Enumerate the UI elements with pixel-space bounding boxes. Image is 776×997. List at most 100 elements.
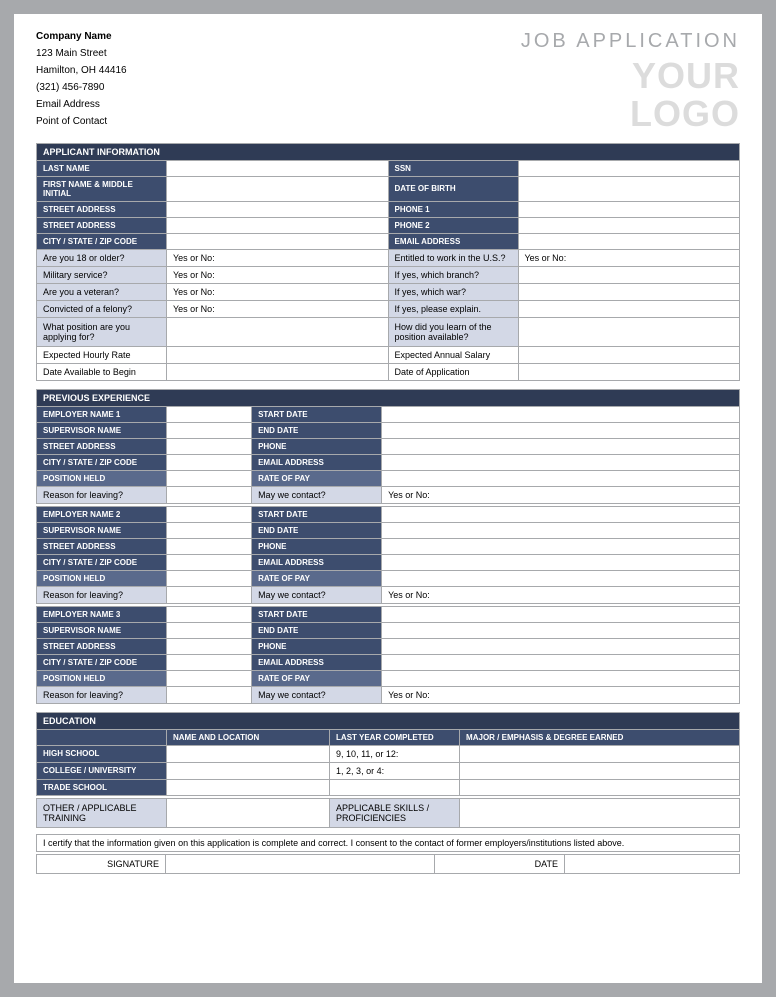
label-contact2: May we contact? xyxy=(252,586,382,603)
field-qlearn[interactable] xyxy=(518,317,740,346)
field-start3[interactable] xyxy=(382,606,740,622)
label-str1: STREET ADDRESS xyxy=(37,438,167,454)
field-col-year[interactable]: 1, 2, 3, or 4: xyxy=(330,762,460,779)
field-contact1[interactable]: Yes or No: xyxy=(382,486,740,503)
field-start2[interactable] xyxy=(382,506,740,522)
field-str2[interactable] xyxy=(167,538,252,554)
field-csz1[interactable] xyxy=(167,454,252,470)
field-street1[interactable] xyxy=(167,201,389,217)
label-sup3: SUPERVISOR NAME xyxy=(37,622,167,638)
field-qwar[interactable] xyxy=(518,283,740,300)
field-ph1[interactable] xyxy=(382,438,740,454)
field-emp3[interactable] xyxy=(167,606,252,622)
field-qus[interactable]: Yes or No: xyxy=(518,249,740,266)
field-end1[interactable] xyxy=(382,422,740,438)
education-section: EDUCATION NAME AND LOCATION LAST YEAR CO… xyxy=(36,712,740,828)
label-qus: Entitled to work in the U.S.? xyxy=(388,249,518,266)
field-signature[interactable] xyxy=(166,854,435,874)
label-contact1: May we contact? xyxy=(252,486,382,503)
label-ph1: PHONE xyxy=(252,438,382,454)
field-str1[interactable] xyxy=(167,438,252,454)
field-hs-name[interactable] xyxy=(167,745,330,762)
field-street2[interactable] xyxy=(167,217,389,233)
label-date-avail: Date Available to Begin xyxy=(37,363,167,380)
field-pos2[interactable] xyxy=(167,570,252,586)
label-qvet: Are you a veteran? xyxy=(37,283,167,300)
field-annual[interactable] xyxy=(518,346,740,363)
label-date-app: Date of Application xyxy=(388,363,518,380)
field-qfelony[interactable]: Yes or No: xyxy=(167,300,389,317)
field-trade-year[interactable] xyxy=(330,779,460,795)
field-csz[interactable] xyxy=(167,233,389,249)
field-dob[interactable] xyxy=(518,176,740,201)
label-college: COLLEGE / UNIVERSITY xyxy=(37,762,167,779)
field-reason1[interactable] xyxy=(167,486,252,503)
label-em3: EMAIL ADDRESS xyxy=(252,654,382,670)
field-phone2[interactable] xyxy=(518,217,740,233)
field-emp1[interactable] xyxy=(167,406,252,422)
label-csz3: CITY / STATE / ZIP CODE xyxy=(37,654,167,670)
field-phone1[interactable] xyxy=(518,201,740,217)
field-emp2[interactable] xyxy=(167,506,252,522)
field-em2[interactable] xyxy=(382,554,740,570)
field-other-training[interactable] xyxy=(167,798,330,827)
field-sup3[interactable] xyxy=(167,622,252,638)
label-emp2: EMPLOYER NAME 2 xyxy=(37,506,167,522)
label-signature: SIGNATURE xyxy=(36,854,166,874)
label-emp3: EMPLOYER NAME 3 xyxy=(37,606,167,622)
field-skills[interactable] xyxy=(460,798,740,827)
label-phone2: PHONE 2 xyxy=(388,217,518,233)
label-qbranch: If yes, which branch? xyxy=(388,266,518,283)
label-pos3: POSITION HELD xyxy=(37,670,167,686)
field-reason3[interactable] xyxy=(167,686,252,703)
field-em1[interactable] xyxy=(382,454,740,470)
field-csz3[interactable] xyxy=(167,654,252,670)
field-qbranch[interactable] xyxy=(518,266,740,283)
field-ssn[interactable] xyxy=(518,160,740,176)
field-first-mi[interactable] xyxy=(167,176,389,201)
field-rate2[interactable] xyxy=(382,570,740,586)
field-em3[interactable] xyxy=(382,654,740,670)
label-start1: START DATE xyxy=(252,406,382,422)
field-col-name[interactable] xyxy=(167,762,330,779)
label-annual: Expected Annual Salary xyxy=(388,346,518,363)
field-sup2[interactable] xyxy=(167,522,252,538)
field-end2[interactable] xyxy=(382,522,740,538)
label-em2: EMAIL ADDRESS xyxy=(252,554,382,570)
field-date-app[interactable] xyxy=(518,363,740,380)
field-q18[interactable]: Yes or No: xyxy=(167,249,389,266)
field-pos1[interactable] xyxy=(167,470,252,486)
field-ph3[interactable] xyxy=(382,638,740,654)
section-header-education: EDUCATION xyxy=(37,712,740,729)
field-qexplain[interactable] xyxy=(518,300,740,317)
field-email[interactable] xyxy=(518,233,740,249)
field-sup1[interactable] xyxy=(167,422,252,438)
field-qvet[interactable]: Yes or No: xyxy=(167,283,389,300)
field-qmil[interactable]: Yes or No: xyxy=(167,266,389,283)
field-hourly[interactable] xyxy=(167,346,389,363)
title-block: JOB APPLICATION YOUR LOGO xyxy=(521,28,740,133)
field-ph2[interactable] xyxy=(382,538,740,554)
field-trade-major[interactable] xyxy=(460,779,740,795)
field-str3[interactable] xyxy=(167,638,252,654)
field-col-major[interactable] xyxy=(460,762,740,779)
field-contact2[interactable]: Yes or No: xyxy=(382,586,740,603)
field-end3[interactable] xyxy=(382,622,740,638)
label-end3: END DATE xyxy=(252,622,382,638)
field-trade-name[interactable] xyxy=(167,779,330,795)
field-hs-major[interactable] xyxy=(460,745,740,762)
field-rate3[interactable] xyxy=(382,670,740,686)
field-last-name[interactable] xyxy=(167,160,389,176)
field-contact3[interactable]: Yes or No: xyxy=(382,686,740,703)
label-qfelony: Convicted of a felony? xyxy=(37,300,167,317)
field-qposition[interactable] xyxy=(167,317,389,346)
field-pos3[interactable] xyxy=(167,670,252,686)
field-date-avail[interactable] xyxy=(167,363,389,380)
field-rate1[interactable] xyxy=(382,470,740,486)
field-start1[interactable] xyxy=(382,406,740,422)
label-email: EMAIL ADDRESS xyxy=(388,233,518,249)
field-csz2[interactable] xyxy=(167,554,252,570)
field-reason2[interactable] xyxy=(167,586,252,603)
field-date[interactable] xyxy=(565,854,740,874)
field-hs-year[interactable]: 9, 10, 11, or 12: xyxy=(330,745,460,762)
